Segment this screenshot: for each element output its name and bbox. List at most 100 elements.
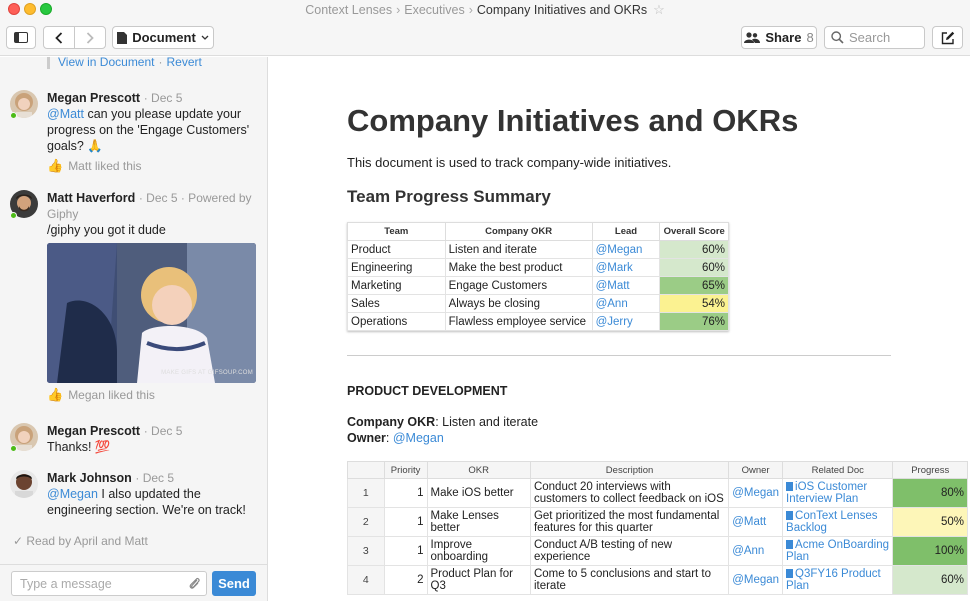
column-header[interactable]: Overall Score <box>659 222 729 241</box>
lead-cell[interactable]: @Matt <box>591 276 661 295</box>
table-row[interactable]: Operations Flawless employee service @Jerr… <box>347 312 729 331</box>
forward-button[interactable] <box>74 26 106 49</box>
okr-cell[interactable]: Flawless employee service <box>444 312 593 331</box>
row-number[interactable]: 1 <box>347 478 385 508</box>
lead-cell[interactable]: @Megan <box>591 240 661 259</box>
priority-cell[interactable]: 1 <box>383 507 428 537</box>
search-input[interactable]: Search <box>824 26 925 49</box>
column-header[interactable]: Owner <box>728 461 784 479</box>
owner-cell[interactable]: @Megan <box>728 565 784 595</box>
share-button[interactable]: Share 8 <box>741 26 817 49</box>
mention-link[interactable]: @Matt <box>47 107 84 121</box>
message-input[interactable]: Type a message <box>11 571 207 596</box>
owner-cell[interactable]: @Megan <box>728 478 784 508</box>
okr-cell[interactable]: Engage Customers <box>444 276 593 295</box>
mention-link[interactable]: @Megan <box>47 487 98 501</box>
document-intro[interactable]: This document is used to track company-w… <box>347 155 671 170</box>
okr-table[interactable]: Priority OKR Description Owner Related D… <box>347 461 968 595</box>
table-row[interactable]: 1 1 Make iOS better Conduct 20 interviews w… <box>347 478 968 508</box>
description-cell[interactable]: Conduct 20 interviews with customers to … <box>529 478 730 508</box>
related-doc-cell[interactable]: ConText Lenses Backlog <box>782 507 894 537</box>
message-author[interactable]: Matt Haverford <box>47 191 135 205</box>
owner-cell[interactable]: @Ann <box>728 536 784 566</box>
row-number[interactable]: 2 <box>347 507 385 537</box>
team-cell[interactable]: Sales <box>347 294 446 313</box>
toggle-sidebar-button[interactable] <box>6 26 36 49</box>
message-author[interactable]: Megan Prescott <box>47 424 140 438</box>
score-cell[interactable]: 65% <box>659 276 729 295</box>
priority-cell[interactable]: 1 <box>383 536 428 566</box>
score-cell[interactable]: 76% <box>659 312 729 331</box>
revert-link[interactable]: Revert <box>167 57 202 69</box>
row-number[interactable]: 3 <box>347 536 385 566</box>
team-cell[interactable]: Product <box>347 240 446 259</box>
table-row[interactable]: 4 2 Product Plan for Q3 Come to 5 conclusio… <box>347 565 968 595</box>
breadcrumb-item-context-lenses[interactable]: Context Lenses <box>305 3 392 17</box>
okr-cell[interactable]: Make Lenses better <box>426 507 531 537</box>
related-doc-link[interactable]: Q3FY16 Product Plan <box>786 568 881 592</box>
priority-cell[interactable]: 1 <box>383 478 428 508</box>
lead-cell[interactable]: @Ann <box>591 294 661 313</box>
team-cell[interactable]: Operations <box>347 312 446 331</box>
team-cell[interactable]: Engineering <box>347 258 446 277</box>
summary-heading[interactable]: Team Progress Summary <box>347 187 551 207</box>
related-doc-link[interactable]: Acme OnBoarding Plan <box>786 539 889 563</box>
description-cell[interactable]: Get prioritized the most fundamental fea… <box>529 507 730 537</box>
column-header[interactable]: Company OKR <box>444 222 593 241</box>
related-doc-cell[interactable]: Q3FY16 Product Plan <box>782 565 894 595</box>
paperclip-icon[interactable] <box>188 576 200 590</box>
related-doc-cell[interactable]: iOS Customer Interview Plan <box>782 478 894 508</box>
section-title[interactable]: PRODUCT DEVELOPMENT <box>347 384 507 398</box>
okr-cell[interactable]: Improve onboarding <box>426 536 531 566</box>
progress-cell[interactable]: 50% <box>892 507 968 537</box>
progress-cell[interactable]: 60% <box>892 565 968 595</box>
team-progress-table[interactable]: Team Company OKR Lead Overall Score Prod… <box>347 222 729 331</box>
okr-cell[interactable]: Listen and iterate <box>444 240 593 259</box>
description-cell[interactable]: Come to 5 conclusions and start to itera… <box>529 565 730 595</box>
column-header[interactable]: Lead <box>591 222 661 241</box>
giphy-image[interactable]: MAKE GIFS AT GIFSOUP.COM <box>47 243 256 383</box>
owner-cell[interactable]: @Matt <box>728 507 784 537</box>
document-menu-button[interactable]: Document <box>112 26 214 49</box>
okr-cell[interactable]: Make iOS better <box>426 478 531 508</box>
column-header[interactable]: Related Doc <box>782 461 894 479</box>
company-okr-block[interactable]: Company OKR: Listen and iterate Owner: @… <box>347 414 538 446</box>
compose-button[interactable] <box>932 26 963 49</box>
score-cell[interactable]: 60% <box>659 240 729 259</box>
related-doc-cell[interactable]: Acme OnBoarding Plan <box>782 536 894 566</box>
table-row[interactable]: 3 1 Improve onboarding Conduct A/B testing … <box>347 536 968 566</box>
message-author[interactable]: Mark Johnson <box>47 471 132 485</box>
column-header[interactable]: Priority <box>383 461 428 479</box>
row-number[interactable]: 4 <box>347 565 385 595</box>
column-header[interactable]: Team <box>347 222 446 241</box>
column-header[interactable]: OKR <box>426 461 531 479</box>
description-cell[interactable]: Conduct A/B testing of new experience <box>529 536 730 566</box>
progress-cell[interactable]: 80% <box>892 478 968 508</box>
column-header[interactable] <box>347 461 385 479</box>
related-doc-link[interactable]: ConText Lenses Backlog <box>786 510 877 534</box>
star-icon[interactable]: ☆ <box>653 2 665 17</box>
team-cell[interactable]: Marketing <box>347 276 446 295</box>
table-row[interactable]: Engineering Make the best product @Mark 60% <box>347 258 729 277</box>
view-in-document-link[interactable]: View in Document <box>58 57 155 69</box>
okr-cell[interactable]: Make the best product <box>444 258 593 277</box>
column-header[interactable]: Description <box>529 461 730 479</box>
score-cell[interactable]: 54% <box>659 294 729 313</box>
back-button[interactable] <box>43 26 75 49</box>
breadcrumb-item-executives[interactable]: Executives <box>404 3 464 17</box>
related-doc-link[interactable]: iOS Customer Interview Plan <box>786 481 867 505</box>
send-button[interactable]: Send <box>212 571 256 596</box>
table-row[interactable]: 2 1 Make Lenses better Get prioritized the … <box>347 507 968 537</box>
lead-cell[interactable]: @Mark <box>591 258 661 277</box>
table-row[interactable]: Product Listen and iterate @Megan 60% <box>347 240 729 259</box>
priority-cell[interactable]: 2 <box>383 565 428 595</box>
okr-cell[interactable]: Product Plan for Q3 <box>426 565 531 595</box>
table-row[interactable]: Marketing Engage Customers @Matt 65% <box>347 276 729 295</box>
okr-cell[interactable]: Always be closing <box>444 294 593 313</box>
document-title[interactable]: Company Initiatives and OKRs <box>347 103 798 139</box>
progress-cell[interactable]: 100% <box>892 536 968 566</box>
score-cell[interactable]: 60% <box>659 258 729 277</box>
owner-mention[interactable]: @Megan <box>393 431 444 445</box>
avatar[interactable] <box>10 470 38 498</box>
message-author[interactable]: Megan Prescott <box>47 91 140 105</box>
